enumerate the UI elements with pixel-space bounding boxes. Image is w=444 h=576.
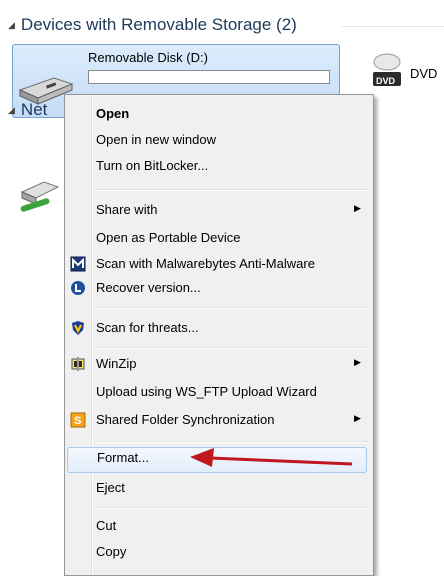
annotation-arrow-icon [190, 448, 353, 467]
